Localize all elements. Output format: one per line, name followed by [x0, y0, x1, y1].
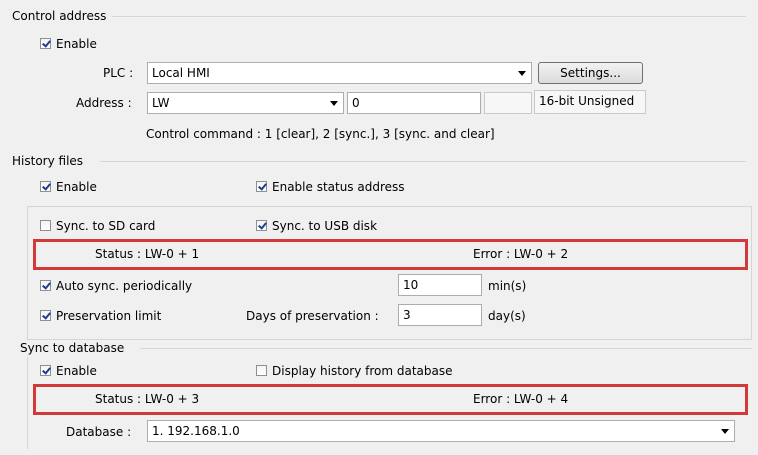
- control-command-text: Control command : 1 [clear], 2 [sync.], …: [146, 127, 495, 141]
- address-value-input[interactable]: 0: [347, 92, 481, 114]
- sync-database-left-border: [27, 357, 28, 449]
- plc-combobox[interactable]: Local HMI: [147, 62, 532, 84]
- control-enable-checkbox[interactable]: [40, 38, 51, 49]
- history-status-text: Status : LW-0 + 1: [95, 247, 200, 261]
- days-preservation-label: Days of preservation :: [246, 309, 379, 323]
- database-combobox[interactable]: 1. 192.168.1.0: [147, 420, 735, 442]
- days-preservation-unit: day(s): [488, 309, 526, 323]
- plc-label: PLC :: [103, 66, 134, 80]
- database-error-text: Error : LW-0 + 4: [473, 392, 569, 406]
- database-value: 1. 192.168.1.0: [152, 424, 240, 438]
- enable-status-checkbox[interactable]: [256, 181, 267, 192]
- auto-sync-label[interactable]: Auto sync. periodically: [56, 278, 192, 294]
- history-error-text: Error : LW-0 + 2: [473, 247, 569, 261]
- history-files-divider: [100, 161, 746, 162]
- chevron-down-icon: [721, 429, 729, 434]
- sync-database-divider: [140, 348, 752, 349]
- plc-value: Local HMI: [152, 66, 210, 80]
- auto-sync-unit: min(s): [488, 279, 527, 293]
- sync-usb-checkbox[interactable]: [256, 220, 267, 231]
- control-enable-label[interactable]: Enable: [56, 36, 97, 52]
- auto-sync-checkbox[interactable]: [40, 280, 51, 291]
- history-enable-label[interactable]: Enable: [56, 179, 97, 195]
- enable-status-label[interactable]: Enable status address: [272, 179, 405, 195]
- address-device-combobox[interactable]: LW: [147, 92, 344, 114]
- history-files-title: History files: [12, 154, 84, 168]
- address-device-value: LW: [152, 96, 170, 110]
- auto-sync-input[interactable]: 10: [398, 274, 482, 296]
- sync-sd-label[interactable]: Sync. to SD card: [56, 218, 155, 234]
- history-enable-checkbox[interactable]: [40, 181, 51, 192]
- database-enable-checkbox[interactable]: [40, 365, 51, 376]
- address-index-field: [484, 92, 532, 114]
- preservation-checkbox[interactable]: [40, 310, 51, 321]
- chevron-down-icon: [330, 101, 338, 106]
- preservation-label[interactable]: Preservation limit: [56, 308, 161, 324]
- sync-database-title: Sync to database: [20, 341, 125, 355]
- database-status-text: Status : LW-0 + 3: [95, 392, 200, 406]
- sync-usb-label[interactable]: Sync. to USB disk: [272, 218, 377, 234]
- database-enable-label[interactable]: Enable: [56, 363, 97, 379]
- display-history-label[interactable]: Display history from database: [272, 363, 453, 379]
- address-label: Address :: [76, 96, 132, 110]
- database-label: Database :: [66, 425, 132, 439]
- control-address-divider: [112, 16, 746, 17]
- display-history-checkbox[interactable]: [256, 365, 267, 376]
- chevron-down-icon: [518, 71, 526, 76]
- data-type-field: 16-bit Unsigned: [534, 90, 646, 114]
- sync-sd-checkbox[interactable]: [40, 220, 51, 231]
- days-preservation-input[interactable]: 3: [398, 304, 482, 326]
- control-address-title: Control address: [12, 9, 107, 23]
- settings-button[interactable]: Settings...: [538, 62, 643, 84]
